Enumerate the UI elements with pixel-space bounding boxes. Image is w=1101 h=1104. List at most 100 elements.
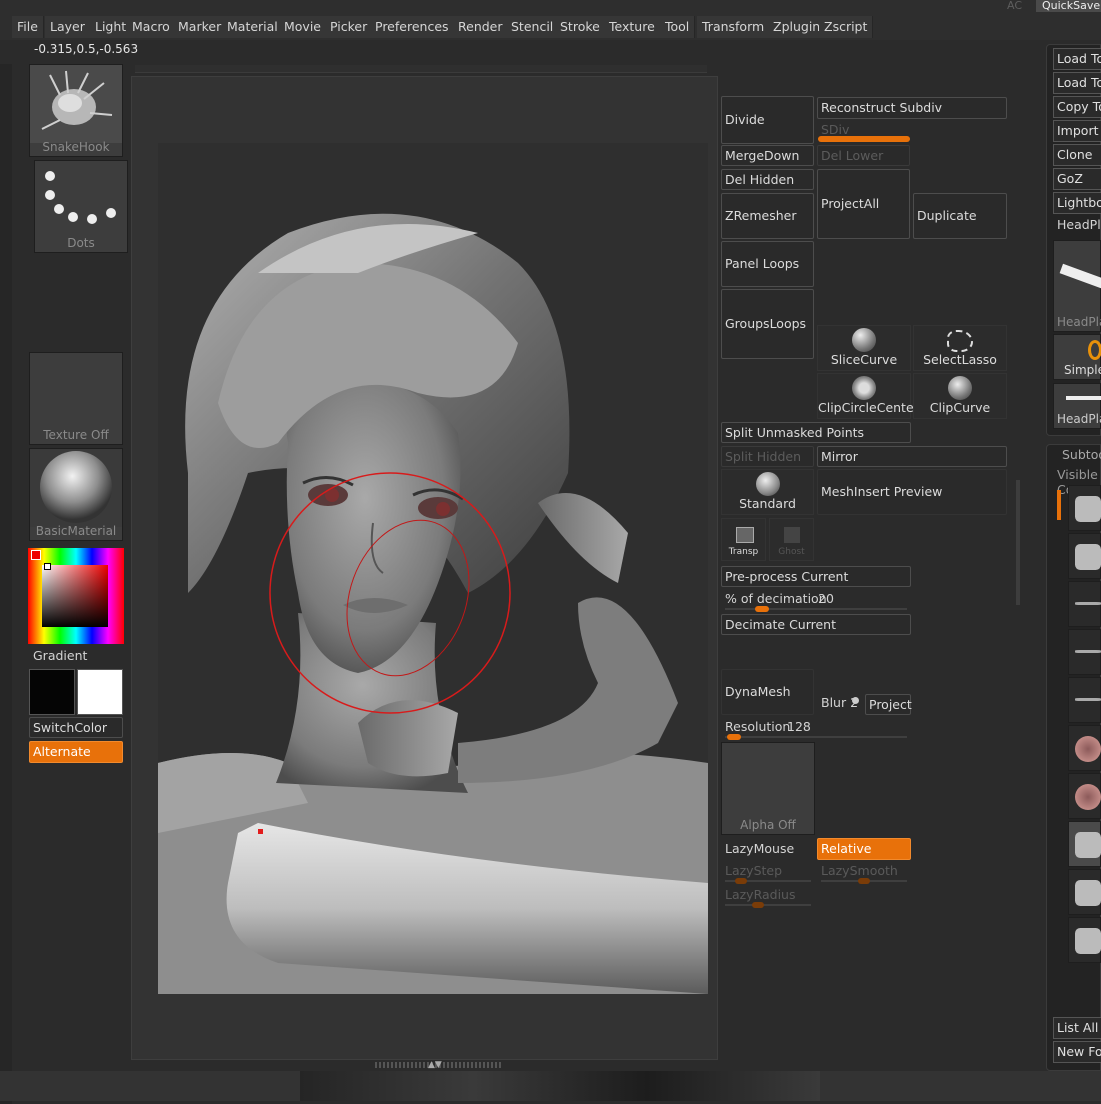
subtool-thumbnail[interactable]: [1068, 917, 1101, 963]
preprocess-button[interactable]: Pre-process Current: [721, 566, 911, 587]
collapse-arrows-icon[interactable]: ▲▼: [428, 1060, 442, 1070]
subtool-thumbnail[interactable]: [1068, 725, 1101, 771]
panel-loops-button[interactable]: Panel Loops: [721, 241, 814, 287]
brush-tile[interactable]: SnakeHook: [29, 64, 123, 157]
left-edge: [0, 64, 12, 1104]
lazystep-slider[interactable]: [725, 878, 811, 884]
primary-color-swatch[interactable]: [29, 669, 75, 715]
lazyradius-slider[interactable]: [725, 902, 811, 908]
menu-movie[interactable]: Movie: [279, 16, 327, 38]
clone-button[interactable]: Clone: [1053, 144, 1101, 166]
subtool-thumbnail[interactable]: [1068, 869, 1101, 915]
color-sv-square[interactable]: [42, 565, 108, 627]
menu-preferences[interactable]: Preferences: [370, 16, 455, 38]
sculpt-model-image[interactable]: [158, 143, 709, 994]
import-button[interactable]: Import: [1053, 120, 1101, 142]
copy-tool-button[interactable]: Copy Tool: [1053, 96, 1101, 118]
menu-texture[interactable]: Texture: [604, 16, 661, 38]
meshinsert-preview-button[interactable]: MeshInsert Preview: [817, 469, 1007, 515]
alternate-button[interactable]: Alternate: [29, 741, 123, 763]
menu-stroke[interactable]: Stroke: [555, 16, 606, 38]
menu-file[interactable]: File: [12, 16, 44, 38]
groups-loops-button[interactable]: GroupsLoops: [721, 289, 814, 359]
lightbox-button[interactable]: Lightbox: [1053, 192, 1101, 214]
mirror-button[interactable]: Mirror: [817, 446, 1007, 467]
subtool-thumbnail[interactable]: [1068, 485, 1101, 531]
main-color-swatch[interactable]: [31, 550, 41, 560]
mergedown-button[interactable]: MergeDown: [721, 145, 814, 166]
dots-stroke-icon: [35, 161, 127, 235]
document-viewport[interactable]: [158, 143, 709, 994]
transp-label: Transp: [728, 547, 759, 557]
menu-transform[interactable]: Transform: [697, 16, 771, 38]
simplebrush-tile[interactable]: SimpleBrush: [1053, 334, 1101, 380]
clipcurve-button[interactable]: ClipCurve: [913, 373, 1007, 419]
divide-button[interactable]: Divide: [721, 96, 814, 144]
reconstruct-subdiv-button[interactable]: Reconstruct Subdiv: [817, 97, 1007, 119]
menu-picker[interactable]: Picker: [325, 16, 374, 38]
subtool-thumbnail[interactable]: [1068, 821, 1101, 867]
subtool-thumbnail[interactable]: [1068, 677, 1101, 723]
panel-scrollbar[interactable]: [1016, 480, 1020, 605]
split-hidden-button[interactable]: Split Hidden: [721, 446, 814, 467]
headplane-tile[interactable]: HeadPlane: [1053, 240, 1101, 332]
dynamesh-button[interactable]: DynaMesh: [721, 669, 814, 715]
del-hidden-button[interactable]: Del Hidden: [721, 169, 814, 190]
duplicate-button[interactable]: Duplicate: [913, 193, 1007, 239]
slicecurve-button[interactable]: SliceCurve: [817, 325, 911, 371]
menu-light[interactable]: Light: [90, 16, 133, 38]
menu-zplugin[interactable]: Zplugin: [768, 16, 827, 38]
menu-macro[interactable]: Macro: [127, 16, 176, 38]
zremesher-button[interactable]: ZRemesher: [721, 193, 814, 239]
list-all-button[interactable]: List All: [1053, 1017, 1101, 1039]
menu-stencil[interactable]: Stencil: [506, 16, 560, 38]
lazymouse-label[interactable]: LazyMouse: [725, 841, 794, 856]
menu-layer[interactable]: Layer: [45, 16, 91, 38]
goz-button[interactable]: GoZ: [1053, 168, 1101, 190]
subtool-preview-icon: [1075, 650, 1101, 653]
switchcolor-button[interactable]: SwitchColor: [29, 717, 123, 738]
ghost-button[interactable]: Ghost: [769, 518, 814, 561]
quicksave-button[interactable]: QuickSave: [1036, 0, 1101, 12]
menu-tool[interactable]: Tool: [660, 16, 696, 38]
decimation-slider[interactable]: [725, 606, 907, 612]
subtool-thumbnail[interactable]: [1068, 533, 1101, 579]
split-unmasked-button[interactable]: Split Unmasked Points: [721, 422, 911, 443]
menu-marker[interactable]: Marker: [173, 16, 228, 38]
subtool-thumbnail[interactable]: [1068, 581, 1101, 627]
material-label: BasicMaterial: [35, 524, 117, 538]
subtool-preview-icon: [1075, 698, 1101, 701]
relative-button[interactable]: Relative: [817, 838, 911, 860]
project-button[interactable]: Project: [865, 694, 912, 715]
sdiv-slider[interactable]: [818, 136, 910, 142]
decimation-label: % of decimation: [725, 591, 827, 606]
menu-material[interactable]: Material: [222, 16, 284, 38]
lasso-icon: [947, 330, 973, 352]
menu-zscript[interactable]: Zscript: [819, 16, 874, 38]
decimate-current-button[interactable]: Decimate Current: [721, 614, 911, 635]
transp-button[interactable]: Transp: [721, 518, 766, 561]
stroke-tile[interactable]: Dots: [34, 160, 128, 253]
secondary-color-swatch[interactable]: [77, 669, 123, 715]
lazyradius-label: LazyRadius: [725, 887, 796, 902]
selectlasso-button[interactable]: SelectLasso: [913, 325, 1007, 371]
new-folder-button[interactable]: New Folder: [1053, 1041, 1101, 1063]
subtool-title: Subtool: [1062, 447, 1101, 462]
projectall-button[interactable]: ProjectAll: [817, 169, 910, 239]
subtool-thumbnail[interactable]: [1068, 629, 1101, 675]
headplane-small-tile[interactable]: HeadPlane: [1053, 383, 1101, 429]
texture-tile[interactable]: Texture Off: [29, 352, 123, 445]
color-picker[interactable]: [28, 548, 124, 644]
subtool-thumbnail[interactable]: [1068, 773, 1101, 819]
standard-insert-button[interactable]: Standard: [721, 469, 814, 515]
alpha-tile[interactable]: Alpha Off: [721, 742, 815, 835]
clipcirclecenter-button[interactable]: ClipCircleCenter: [817, 373, 919, 419]
subtool-scrollbar[interactable]: [1057, 490, 1061, 520]
lazysmooth-slider[interactable]: [821, 878, 907, 884]
menu-render[interactable]: Render: [453, 16, 509, 38]
load-tool-button[interactable]: Load Tool: [1053, 48, 1101, 70]
material-tile[interactable]: BasicMaterial: [29, 448, 123, 541]
load-tool-button-2[interactable]: Load Tool: [1053, 72, 1101, 94]
del-lower-button[interactable]: Del Lower: [817, 145, 910, 166]
resolution-slider[interactable]: [725, 734, 907, 740]
